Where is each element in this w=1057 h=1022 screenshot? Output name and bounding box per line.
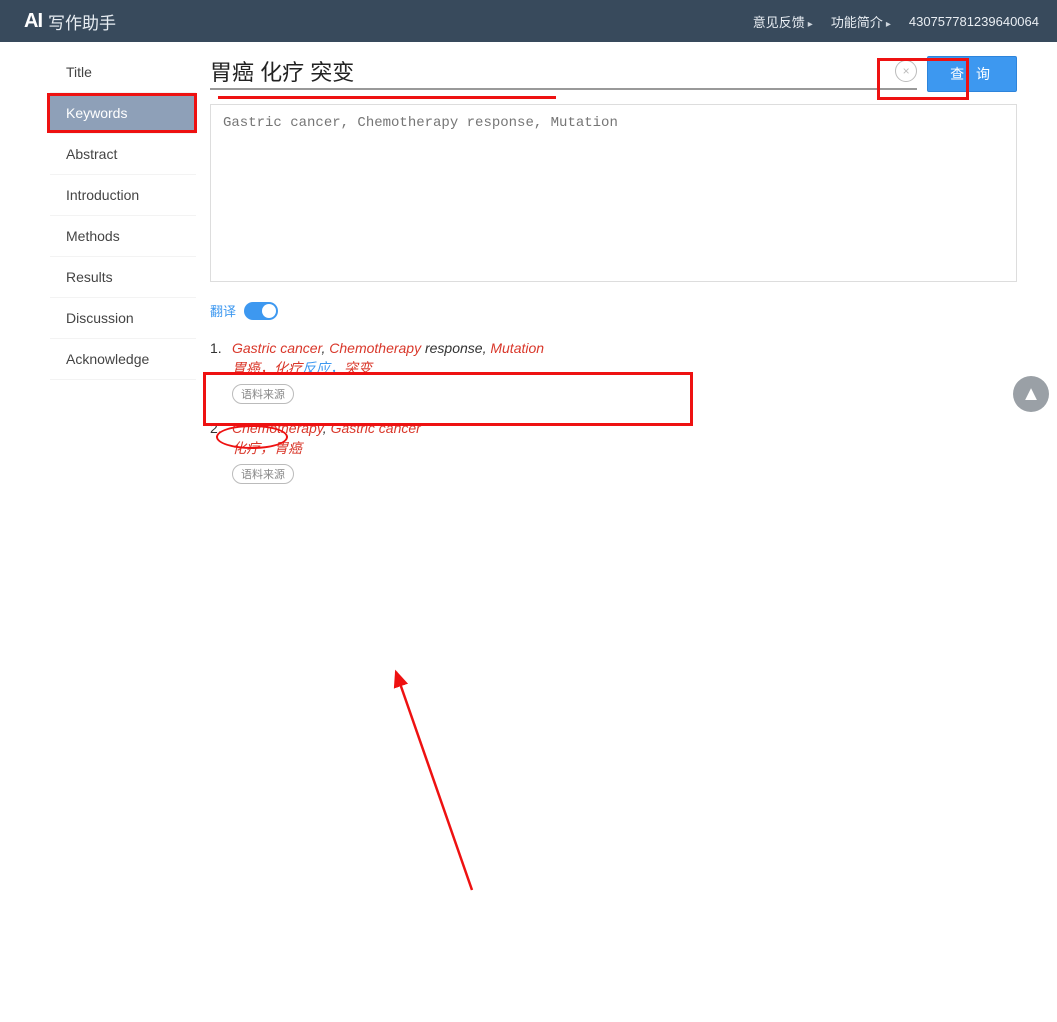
- feedback-link[interactable]: 意见反馈▸: [753, 12, 813, 31]
- sidebar-item-methods[interactable]: Methods: [50, 216, 196, 257]
- sidebar-item-abstract[interactable]: Abstract: [50, 134, 196, 175]
- result-number: 1.: [210, 340, 232, 404]
- result-english: Gastric cancer, Chemotherapy response, M…: [232, 340, 1017, 356]
- sidebar-item-acknowledge[interactable]: Acknowledge: [50, 339, 196, 380]
- header-nav: 意见反馈▸ 功能简介▸ 430757781239640064: [753, 12, 1039, 31]
- sidebar-item-discussion[interactable]: Discussion: [50, 298, 196, 339]
- app-header: AI 写作助手 意见反馈▸ 功能简介▸ 430757781239640064: [0, 0, 1057, 42]
- arrow-up-icon: ▲: [1021, 383, 1041, 406]
- scroll-top-button[interactable]: ▲: [1013, 376, 1049, 412]
- search-input[interactable]: [210, 58, 895, 84]
- result-english: Chemotherapy, Gastric cancer: [232, 420, 1017, 436]
- main-panel: × 查 询 翻译 1.Gastric cancer, Chemotherapy …: [196, 42, 1057, 500]
- sidebar-item-results[interactable]: Results: [50, 257, 196, 298]
- output-textarea[interactable]: [210, 104, 1017, 282]
- translate-label: 翻译: [210, 301, 236, 320]
- result-item: 2.Chemotherapy, Gastric cancer 化疗，胃癌语料来源: [210, 420, 1017, 484]
- sidebar-item-keywords[interactable]: Keywords: [50, 93, 196, 134]
- search-input-wrap: ×: [210, 58, 917, 90]
- translate-toggle[interactable]: [244, 302, 278, 320]
- result-chinese: 胃癌，化疗反应，突变: [232, 358, 1017, 378]
- logo: AI 写作助手: [24, 9, 116, 34]
- logo-text: 写作助手: [48, 9, 116, 34]
- result-number: 2.: [210, 420, 232, 484]
- query-button[interactable]: 查 询: [927, 56, 1017, 92]
- sidebar-item-introduction[interactable]: Introduction: [50, 175, 196, 216]
- results-list: 1.Gastric cancer, Chemotherapy response,…: [210, 340, 1017, 484]
- source-button[interactable]: 语料来源: [232, 464, 294, 484]
- result-chinese: 化疗，胃癌: [232, 438, 1017, 458]
- result-item: 1.Gastric cancer, Chemotherapy response,…: [210, 340, 1017, 404]
- clear-icon[interactable]: ×: [895, 60, 917, 82]
- features-link[interactable]: 功能简介▸: [831, 12, 891, 31]
- sidebar-item-title[interactable]: Title: [50, 52, 196, 93]
- search-row: × 查 询: [210, 56, 1017, 92]
- caret-icon: ▸: [808, 19, 813, 30]
- sidebar: TitleKeywordsAbstractIntroductionMethods…: [50, 42, 196, 500]
- source-button[interactable]: 语料来源: [232, 384, 294, 404]
- translate-row: 翻译: [210, 301, 1017, 320]
- session-id[interactable]: 430757781239640064: [909, 14, 1039, 29]
- caret-icon: ▸: [886, 19, 891, 30]
- annotation-arrow: [0, 500, 1057, 1022]
- logo-icon: AI: [24, 10, 42, 33]
